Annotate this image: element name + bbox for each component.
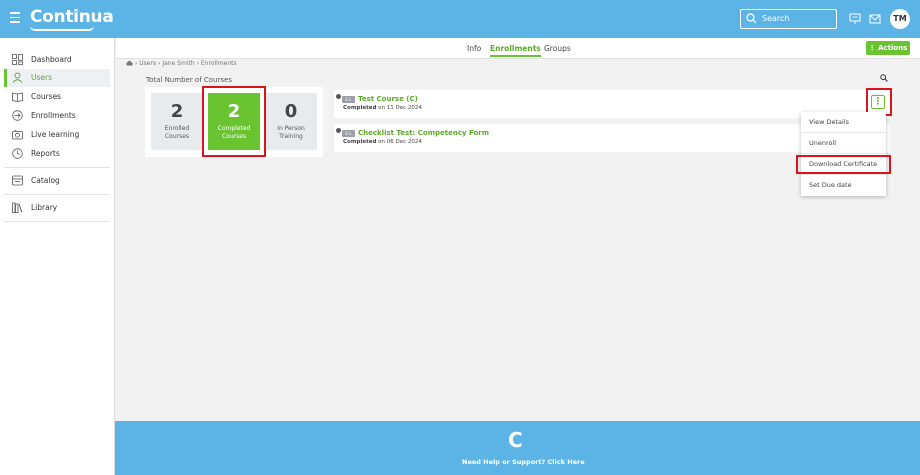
- stats-title: Total Number of Courses: [146, 76, 232, 84]
- breadcrumb-separator: ›: [134, 60, 138, 67]
- stat-label: In Person: [277, 125, 305, 132]
- course-options-menu: View Details Unenroll Download Certifica…: [801, 112, 886, 196]
- search-icon[interactable]: [880, 74, 888, 82]
- sidebar-item-label: Catalog: [31, 176, 60, 185]
- info-icon[interactable]: [336, 94, 341, 99]
- stat-enrolled-courses[interactable]: 2 Enrolled Courses: [151, 93, 203, 150]
- stat-label: Courses: [164, 133, 190, 140]
- course-type-badge: E-L: [342, 130, 355, 137]
- actions-button[interactable]: ⋮ Actions: [866, 41, 910, 55]
- menu-item-view-details[interactable]: View Details: [809, 118, 849, 126]
- search-input[interactable]: Search: [740, 9, 837, 29]
- home-icon[interactable]: [126, 60, 133, 66]
- course-title[interactable]: Test Course (C): [358, 95, 418, 103]
- live-learning-icon: [12, 129, 23, 140]
- logo-swoosh: [30, 26, 94, 31]
- course-title[interactable]: Checklist Test: Competency Form: [358, 129, 489, 137]
- sidebar-item-label: Live learning: [31, 130, 80, 139]
- sidebar-item-label: Library: [31, 203, 58, 212]
- sidebar-item-label: Courses: [31, 92, 62, 101]
- status-label: Completed: [343, 105, 377, 111]
- breadcrumb: › Users › Jane Smith › Enrollments: [126, 60, 237, 67]
- presentation-icon[interactable]: [848, 12, 862, 26]
- breadcrumb-separator: ›: [157, 60, 161, 67]
- stat-value: 2: [170, 101, 184, 122]
- stat-label: Enrolled: [164, 125, 190, 132]
- tab-bar: Info Enrollments Groups ⋮ Actions: [116, 38, 920, 59]
- status-date: on 06 Dec 2024: [378, 139, 422, 145]
- sidebar-divider: [4, 221, 110, 222]
- help-link[interactable]: Need Help or Support? Click Here: [462, 458, 585, 466]
- search-icon: [746, 13, 757, 24]
- search-placeholder: Search: [762, 14, 790, 23]
- breadcrumb-user[interactable]: Jane Smith: [162, 60, 194, 67]
- stat-value: 0: [284, 101, 298, 122]
- stat-in-person-training[interactable]: 0 In Person Training: [265, 93, 317, 150]
- dashboard-icon: [12, 54, 23, 65]
- menu-item-unenroll[interactable]: Unenroll: [809, 139, 836, 147]
- hamburger-menu-icon[interactable]: [10, 12, 20, 24]
- breadcrumb-users[interactable]: Users: [139, 60, 156, 67]
- sidebar-item-live-learning[interactable]: Live learning: [4, 126, 110, 144]
- library-icon: [12, 202, 23, 213]
- info-icon[interactable]: [336, 128, 341, 133]
- breadcrumb-current: Enrollments: [200, 60, 237, 67]
- menu-item-set-due-date[interactable]: Set Due date: [809, 181, 852, 189]
- tab-groups[interactable]: Groups: [544, 44, 571, 53]
- sidebar-item-catalog[interactable]: Catalog: [4, 172, 110, 190]
- top-bar: Continua Search TM: [0, 0, 920, 38]
- breadcrumb-separator: ›: [196, 60, 199, 67]
- tab-enrollments[interactable]: Enrollments: [490, 44, 541, 57]
- sidebar-item-label: Dashboard: [31, 55, 72, 64]
- sidebar-item-enrollments[interactable]: Enrollments: [4, 107, 110, 125]
- menu-divider: [801, 132, 886, 133]
- sidebar-item-users[interactable]: Users: [4, 69, 110, 87]
- course-status: Completed on 11 Dec 2024: [343, 105, 422, 111]
- sidebar: Dashboard Users Courses Enrollments Live…: [0, 38, 115, 475]
- tab-info[interactable]: Info: [467, 44, 481, 53]
- menu-divider: [801, 174, 886, 175]
- course-status: Completed on 06 Dec 2024: [343, 139, 422, 145]
- status-label: Completed: [343, 139, 377, 145]
- logo[interactable]: Continua: [30, 7, 114, 27]
- sidebar-item-dashboard[interactable]: Dashboard: [4, 51, 110, 69]
- footer-logo-icon: C: [508, 428, 523, 452]
- sidebar-item-reports[interactable]: Reports: [4, 145, 110, 163]
- course-type-badge: E-L: [342, 96, 355, 103]
- reports-icon: [12, 148, 23, 159]
- sidebar-divider: [4, 167, 110, 168]
- avatar[interactable]: TM: [890, 9, 910, 29]
- book-icon: [12, 92, 23, 102]
- highlight-download-certificate: [796, 155, 891, 174]
- stat-label: Training: [279, 133, 303, 140]
- status-date: on 11 Dec 2024: [378, 105, 422, 111]
- sidebar-item-label: Enrollments: [31, 111, 76, 120]
- sidebar-divider: [4, 194, 110, 195]
- catalog-icon: [12, 175, 23, 186]
- help-footer[interactable]: C Need Help or Support? Click Here: [115, 421, 920, 475]
- enroll-icon: [12, 110, 23, 121]
- sidebar-item-label: Reports: [31, 149, 60, 158]
- mail-icon[interactable]: [868, 12, 882, 26]
- user-icon: [12, 72, 23, 83]
- sidebar-item-courses[interactable]: Courses: [4, 88, 110, 106]
- menu-divider: [801, 153, 886, 154]
- sidebar-item-label: Users: [31, 73, 53, 82]
- sidebar-item-library[interactable]: Library: [4, 199, 110, 217]
- highlight-completed: [202, 86, 266, 157]
